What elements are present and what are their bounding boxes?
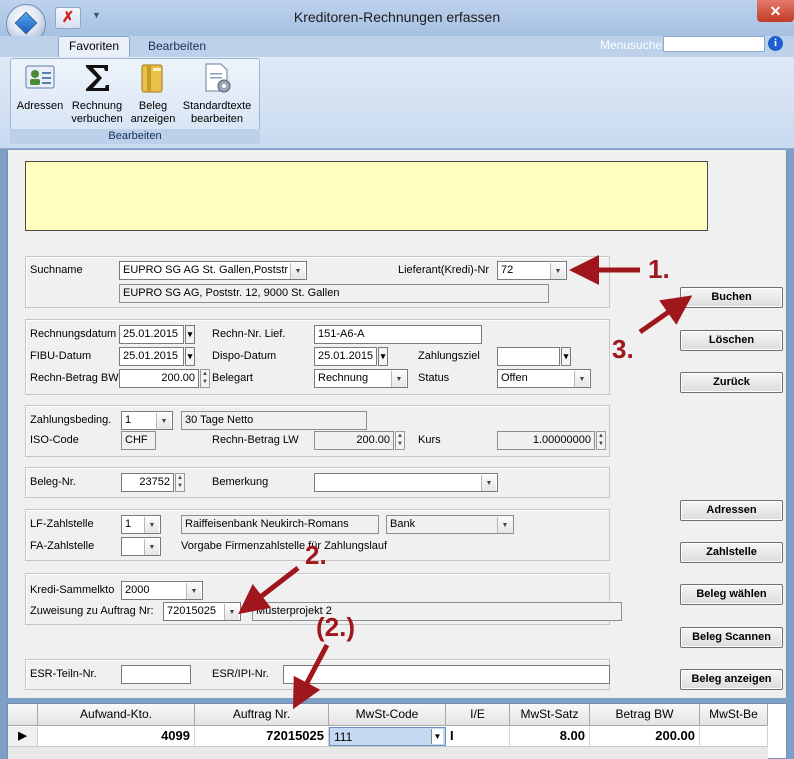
annotation-step2: 2. (305, 540, 327, 570)
arrow-step3 (638, 295, 693, 335)
arrow-step2b (292, 643, 330, 710)
annotation-step3: 3. (612, 334, 634, 364)
arrow-step2 (238, 566, 300, 615)
annotation-arrows (238, 255, 693, 710)
annotation-step1: 1. (648, 254, 670, 284)
annotation-step2b: (2.) (316, 612, 355, 642)
